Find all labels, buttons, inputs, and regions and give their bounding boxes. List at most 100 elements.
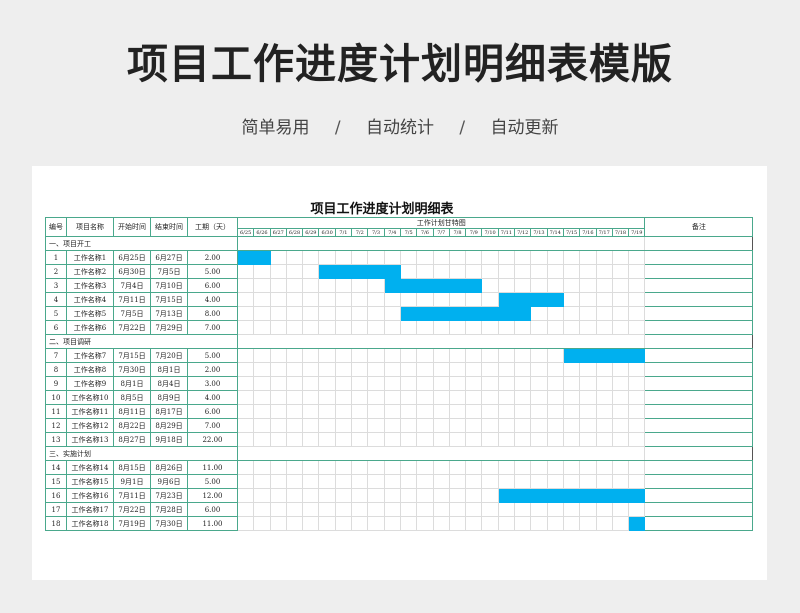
date-header-cell: 7/7 [432, 228, 450, 237]
task-name: 工作名称12 [66, 418, 114, 433]
gantt-bar-cell [628, 348, 646, 363]
gantt-cell [269, 516, 287, 531]
gantt-cell [302, 488, 320, 503]
gantt-cell [481, 516, 499, 531]
gantt-cell [448, 432, 467, 447]
table-row: 16 工作名称16 7月11日 7月23日 12.00 [45, 488, 754, 503]
gantt-bar-cell [579, 488, 597, 503]
gantt-cell [351, 376, 369, 391]
gantt-cell [383, 516, 401, 531]
gantt-cell [302, 418, 320, 433]
gantt-cell [514, 418, 532, 433]
gantt-cell [481, 474, 499, 489]
gantt-cell [595, 474, 613, 489]
gantt-bar-cell [611, 348, 630, 363]
date-header-cell: 7/6 [416, 228, 434, 237]
gantt-cell [481, 488, 499, 503]
date-header-cell: 7/19 [628, 228, 646, 237]
gantt-cell [399, 320, 418, 335]
date-header-cell: 6/25 [236, 228, 255, 237]
gantt-cell [334, 348, 353, 363]
gantt-cell [562, 474, 581, 489]
gantt-cell [253, 292, 271, 307]
gantt-cell [236, 306, 255, 321]
gantt-cell [481, 376, 499, 391]
gantt-cell [432, 516, 450, 531]
gantt-cell [367, 460, 385, 475]
gantt-cell [628, 250, 646, 265]
table-row: 4 工作名称4 7月11日 7月15日 4.00 [45, 292, 754, 307]
date-header-cell: 7/2 [351, 228, 369, 237]
gantt-cell [334, 390, 353, 405]
gantt-cell [318, 474, 336, 489]
gantt-bar-cell [628, 516, 646, 531]
remark-cell [644, 432, 754, 447]
table-row: 9 工作名称9 8月1日 8月4日 3.00 [45, 376, 754, 391]
gantt-cell [611, 516, 630, 531]
gantt-cell [579, 404, 597, 419]
remark-cell [644, 362, 754, 377]
gantt-cell [628, 390, 646, 405]
remark-cell [644, 320, 754, 335]
start-date: 8月27日 [113, 432, 151, 447]
gantt-bar-cell [611, 488, 630, 503]
gantt-cell [611, 264, 630, 279]
gantt-cell [595, 292, 613, 307]
gantt-cell [253, 348, 271, 363]
remark-cell [644, 264, 754, 279]
gantt-cell [611, 418, 630, 433]
gantt-cell [334, 320, 353, 335]
row-number: 5 [45, 306, 67, 321]
header-row: 编号 项目名称 开始时间 结束时间 工期（天） 工作计划甘特图 备注 [45, 217, 754, 237]
gantt-cell [546, 460, 564, 475]
gantt-cell [367, 488, 385, 503]
gantt-cell [448, 474, 467, 489]
task-name: 工作名称16 [66, 488, 114, 503]
gantt-cell [302, 502, 320, 517]
duration: 11.00 [187, 516, 238, 531]
gantt-cell [432, 488, 450, 503]
gantt-cell [367, 320, 385, 335]
gantt-cell [448, 460, 467, 475]
gantt-cell [367, 348, 385, 363]
start-date: 7月22日 [113, 320, 151, 335]
date-header-cell: 7/1 [334, 228, 353, 237]
row-number: 9 [45, 376, 67, 391]
gantt-cell [318, 376, 336, 391]
gantt-cell [253, 516, 271, 531]
table-row: 6 工作名称6 7月22日 7月29日 7.00 [45, 320, 754, 335]
gantt-cell [399, 264, 418, 279]
gantt-cell [285, 432, 304, 447]
gantt-cell [253, 404, 271, 419]
gantt-cell [595, 250, 613, 265]
gantt-cell [367, 404, 385, 419]
gantt-cell [514, 362, 532, 377]
gantt-cell [334, 516, 353, 531]
gantt-cell [546, 418, 564, 433]
gantt-cell [318, 502, 336, 517]
task-name: 工作名称1 [66, 250, 114, 265]
gantt-cell [432, 376, 450, 391]
gantt-cell [416, 474, 434, 489]
start-date: 7月30日 [113, 362, 151, 377]
remark-cell [644, 460, 754, 475]
gantt-cell [351, 418, 369, 433]
table-row: 14 工作名称14 8月15日 8月26日 11.00 [45, 460, 754, 475]
gantt-cell [334, 502, 353, 517]
gantt-cell [530, 250, 548, 265]
section-gantt-spacer [236, 334, 646, 349]
gantt-cell [628, 474, 646, 489]
gantt-cell [285, 502, 304, 517]
gantt-cell [432, 432, 450, 447]
gantt-cell [432, 404, 450, 419]
gantt-cell [236, 320, 255, 335]
gantt-cell [351, 278, 369, 293]
end-date: 7月20日 [150, 348, 188, 363]
gantt-cell [579, 516, 597, 531]
gantt-cell [514, 516, 532, 531]
date-header-cell: 6/28 [285, 228, 304, 237]
gantt-bar-cell [253, 250, 271, 265]
gantt-cell [383, 404, 401, 419]
gantt-cell [253, 474, 271, 489]
gantt-cell [562, 376, 581, 391]
